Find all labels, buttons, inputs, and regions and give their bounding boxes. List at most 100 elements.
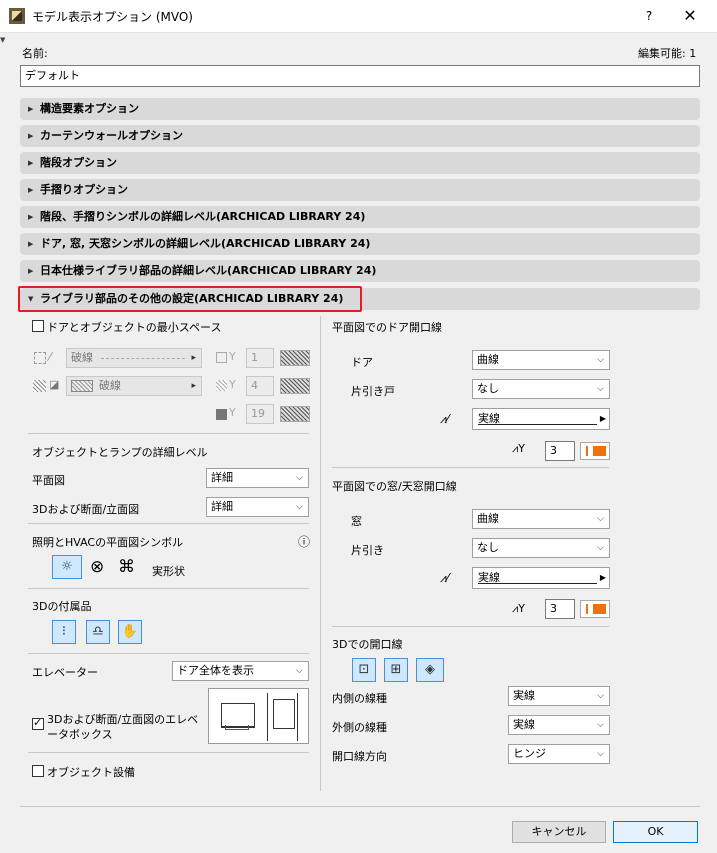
section-stair-railing-symbol-detail[interactable]: ▶ 階段、手摺りシンボルの詳細レベル(ARCHICAD LIBRARY 24) [20,206,700,228]
window-opening-select[interactable]: 曲線 ⌵ [472,509,610,529]
line-type-value: 破線 [71,351,93,364]
fill-pen-hatch-icon [216,380,227,391]
divider [28,653,309,654]
chevron-right-icon: ▶ [599,414,606,423]
chevron-right-icon: ▸ [191,381,196,391]
section-label: カーテンウォールオプション [40,129,183,142]
divider [332,467,609,468]
name-input[interactable]: デフォルト [20,65,700,87]
info-icon[interactable]: ⓘ [298,533,310,550]
section-stair-options[interactable]: ▶ 階段オプション [20,152,700,174]
ok-button[interactable]: OK [613,821,698,843]
expand-triangle-icon: ▶ [28,159,34,167]
elevator-wall-line [267,693,268,741]
section-japan-library-detail[interactable]: ▶ 日本仕様ライブラリ部品の詳細レベル(ARCHICAD LIBRARY 24) [20,260,700,282]
section-label: 階段オプション [40,156,117,169]
line-type-select[interactable]: 破線 ▸ [66,348,202,368]
lamp-symbol-button[interactable]: ☼ [52,555,82,579]
title-bar: モデル表示オプション (MVO) ? ✕ [0,0,717,33]
close-button[interactable]: ✕ [668,0,712,32]
elevator-box-checkbox[interactable] [32,716,44,730]
accessory-hand-button[interactable]: ✋ [118,620,142,644]
accessories-heading: 3Dの付属品 [32,600,92,613]
section-label: 構造要素オプション [40,102,139,115]
accessory-handle-button[interactable]: ♎ [86,620,110,644]
door-label: ドア [351,356,373,369]
section-detail-value: 詳細 [211,500,233,513]
section-railing-options[interactable]: ▶ 手摺りオプション [20,179,700,201]
hvac-heading: 照明とHVACの平面図シンボル [32,536,184,549]
accessory-hardware-button[interactable]: ⁝ [52,620,76,644]
open-direction-label: 開口線方向 [332,750,387,763]
background-pen-icon [216,409,227,420]
window-label: 窓 [351,515,362,528]
window-line-type-select[interactable]: 実線 ▶ [472,567,610,589]
pen-slash-icon: ⁄ [49,350,52,364]
pen-weight-icon: 𝖸 [229,378,236,391]
fill-pen-icon: ◪ [49,378,60,391]
background-pen-swatch[interactable] [280,406,310,422]
fill-type-select[interactable]: 破線 ▸ [66,376,202,396]
door-opening-select[interactable]: 曲線 ⌵ [472,350,610,370]
chevron-right-icon: ▶ [599,573,606,582]
pen-icon [216,352,227,363]
chevron-down-icon: ⌵ [597,749,604,759]
window-pen-number[interactable]: 3 [545,599,575,619]
chevron-down-icon: ⌵ [597,514,604,524]
door-pen-color-swatch[interactable] [580,442,610,460]
section-detail-select[interactable]: 詳細 ⌵ [206,497,309,517]
section-curtain-wall-options[interactable]: ▶ カーテンウォールオプション [20,125,700,147]
fill-pen-number[interactable]: 4 [246,376,274,396]
min-space-label: ドアとオブジェクトの最小スペース [47,321,222,334]
collapse-gutter-icon[interactable]: ▼ [0,36,5,44]
expand-triangle-icon: ▶ [28,267,34,275]
inner-line-value: 実線 [513,689,535,702]
divider [28,752,309,753]
sliding-door-select[interactable]: なし ⌵ [472,379,610,399]
door-pen-number[interactable]: 3 [545,441,575,461]
section-label: 手摺りオプション [40,183,128,196]
sliding-door-label: 片引き戸 [351,385,395,398]
elevator-label: エレベーター [32,666,98,679]
chevron-down-icon: ⌵ [597,691,604,701]
fixture-symbol-button[interactable]: ⌘ [118,557,135,577]
help-button[interactable]: ? [627,0,671,32]
divider [28,433,309,434]
open-line-window-button[interactable]: ⊞ [384,658,408,682]
open-line-door-button[interactable]: ⊡ [352,658,376,682]
elevator-select[interactable]: ドア全体を表示 ⌵ [172,661,309,681]
background-pen-number[interactable]: 19 [246,404,274,424]
line-pen-swatch[interactable] [280,350,310,366]
door-line-type-select[interactable]: 実線 ▶ [472,408,610,430]
chevron-right-icon: ▸ [191,353,196,363]
section-elevation-label: 3Dおよび断面/立面図 [32,503,140,516]
object-equipment-checkbox[interactable] [32,765,44,777]
expand-triangle-icon: ▶ [28,132,34,140]
object-equipment-label: オブジェクト設備 [47,766,135,779]
fill-pen-swatch[interactable] [280,378,310,394]
circle-x-symbol-button[interactable]: ⊗ [90,557,104,577]
min-space-checkbox[interactable] [32,320,44,332]
archicad-app-icon [9,8,25,24]
window-pen-color-swatch[interactable] [580,600,610,618]
name-label: 名前: [22,47,48,60]
actual-shape-label: 実形状 [152,565,185,578]
outer-line-select[interactable]: 実線 ⌵ [508,715,610,735]
elevator-box-label: 3Dおよび断面/立面図のエレベータボックス [47,713,199,741]
line-pen-number[interactable]: 1 [246,348,274,368]
plan-detail-value: 詳細 [211,471,233,484]
section-structural-options[interactable]: ▶ 構造要素オプション [20,98,700,120]
dashed-line-preview [101,358,185,359]
open-line-skylight-button[interactable]: ◈ [416,658,444,682]
cancel-button[interactable]: キャンセル [512,821,606,843]
section-door-window-symbol-detail[interactable]: ▶ ドア, 窓, 天窓シンボルの詳細レベル(ARCHICAD LIBRARY 24… [20,233,700,255]
sliding-window-select[interactable]: なし ⌵ [472,538,610,558]
plan-detail-select[interactable]: 詳細 ⌵ [206,468,309,488]
line-type-icon [34,352,46,364]
open-direction-select[interactable]: ヒンジ ⌵ [508,744,610,764]
highlight-frame [18,286,362,312]
pen-weight-icon: 𝖸 [229,406,236,419]
expand-triangle-icon: ▶ [28,240,34,248]
expand-triangle-icon: ▶ [28,186,34,194]
inner-line-select[interactable]: 実線 ⌵ [508,686,610,706]
